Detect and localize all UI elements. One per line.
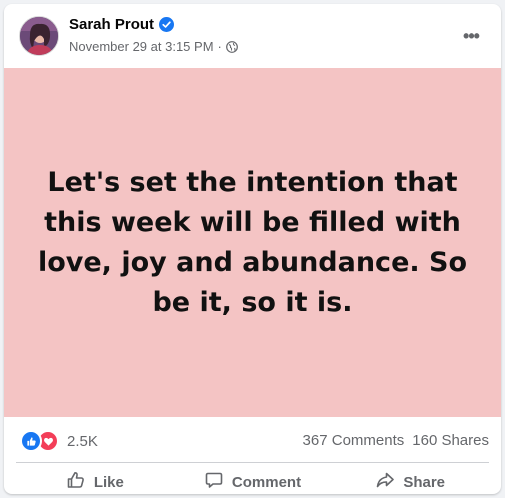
post-body-text: Let's set the intention that this week w… [37, 166, 468, 318]
like-reaction-icon [20, 430, 42, 452]
author-name[interactable]: Sarah Prout [69, 16, 154, 33]
engagement-counts: 367 Comments 160 Shares [303, 432, 489, 449]
share-button[interactable]: Share [331, 464, 489, 494]
post-image[interactable]: Let's set the intention that this week w… [4, 68, 501, 417]
like-button[interactable]: Like [16, 464, 174, 494]
post-actions: Like Comment Share [16, 464, 489, 494]
like-label: Like [93, 473, 124, 491]
comment-bubble-icon [204, 470, 224, 494]
actions-divider [16, 462, 489, 463]
author-row: Sarah Prout [69, 16, 175, 33]
comments-count-link[interactable]: 367 Comments [303, 432, 405, 449]
comment-button[interactable]: Comment [174, 464, 332, 494]
avatar-photo [20, 17, 58, 55]
more-options-button[interactable]: ••• [455, 20, 487, 52]
avatar[interactable] [19, 16, 59, 56]
globe-icon[interactable] [225, 40, 238, 53]
verified-badge-icon [159, 17, 175, 32]
post-header: Sarah Prout November 29 at 3:15 PM · ••• [4, 4, 501, 66]
post-card: Sarah Prout November 29 at 3:15 PM · •••… [4, 4, 501, 494]
post-meta: November 29 at 3:15 PM · [69, 39, 238, 54]
thumbs-up-icon [66, 470, 86, 494]
reactions-summary[interactable]: 2.5K [20, 430, 98, 452]
share-label: Share [403, 473, 446, 491]
reaction-count: 2.5K [67, 432, 98, 450]
shares-count-link[interactable]: 160 Shares [412, 432, 489, 449]
post-stats: 2.5K 367 Comments 160 Shares [4, 418, 501, 462]
share-arrow-icon [375, 470, 395, 494]
comment-label: Comment [231, 473, 302, 491]
meta-separator: · [217, 39, 222, 54]
post-timestamp[interactable]: November 29 at 3:15 PM [69, 39, 214, 54]
